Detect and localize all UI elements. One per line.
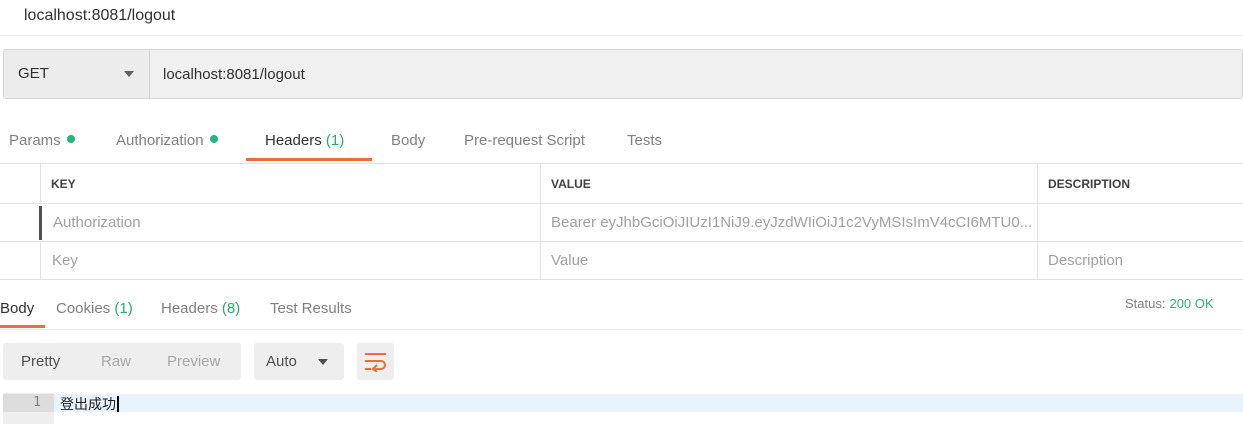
resp-tab-cookies[interactable]: Cookies (1) bbox=[56, 300, 133, 317]
response-tabs: Body Cookies (1) Headers (8) Test Result… bbox=[0, 288, 1243, 330]
method-select[interactable]: GET bbox=[4, 50, 150, 98]
tab-headers[interactable]: Headers (1) bbox=[265, 132, 344, 149]
headers-table: KEY VALUE DESCRIPTION Authorization Bear… bbox=[0, 163, 1243, 280]
column-description: DESCRIPTION bbox=[1037, 164, 1243, 203]
request-title-bar: localhost:8081/logout bbox=[0, 0, 1243, 36]
format-label: Auto bbox=[266, 353, 297, 370]
active-tab-indicator bbox=[246, 158, 372, 161]
tab-authorization-label: Authorization bbox=[116, 132, 204, 149]
tab-headers-label: Headers bbox=[265, 132, 322, 149]
tab-prerequest-script[interactable]: Pre-request Script bbox=[464, 132, 585, 149]
table-header-row: KEY VALUE DESCRIPTION bbox=[0, 164, 1243, 204]
header-description-cell[interactable] bbox=[1037, 204, 1243, 241]
chevron-down-icon bbox=[124, 71, 134, 77]
url-input[interactable] bbox=[151, 50, 1241, 98]
chevron-down-icon bbox=[318, 359, 328, 365]
response-text: 登出成功 bbox=[60, 394, 119, 414]
response-status: Status: 200 OK bbox=[1125, 296, 1214, 311]
resp-tab-cookies-count: (1) bbox=[114, 300, 133, 317]
pretty-button[interactable]: Pretty bbox=[21, 353, 60, 370]
tab-tests[interactable]: Tests bbox=[627, 132, 662, 149]
status-label: Status: bbox=[1125, 296, 1166, 311]
resp-tab-cookies-label: Cookies bbox=[56, 300, 111, 317]
dot-icon bbox=[66, 135, 75, 143]
tab-authorization[interactable]: Authorization bbox=[116, 132, 218, 149]
table-row: Authorization Bearer eyJhbGciOiJIUzI1NiJ… bbox=[0, 204, 1243, 242]
request-title[interactable]: localhost:8081/logout bbox=[24, 7, 175, 25]
tab-params-label: Params bbox=[9, 132, 61, 149]
text-cursor bbox=[117, 396, 119, 412]
status-value[interactable]: 200 OK bbox=[1169, 296, 1213, 311]
wrap-lines-button[interactable] bbox=[357, 343, 394, 380]
request-tabs: Params Authorization Headers (1) Body Pr… bbox=[0, 120, 1243, 162]
resp-tab-headers[interactable]: Headers (8) bbox=[161, 300, 240, 317]
active-line-highlight bbox=[54, 394, 1243, 412]
new-description-input[interactable]: Description bbox=[1037, 242, 1243, 279]
line-number: 1 bbox=[33, 395, 41, 410]
column-value: VALUE bbox=[540, 164, 1037, 203]
format-select[interactable]: Auto bbox=[254, 343, 344, 380]
column-key: KEY bbox=[40, 164, 540, 203]
tab-params[interactable]: Params bbox=[9, 132, 75, 149]
resp-tab-headers-label: Headers bbox=[161, 300, 218, 317]
header-value-cell[interactable]: Bearer eyJhbGciOiJIUzI1NiJ9.eyJzdWIiOiJ1… bbox=[540, 204, 1037, 241]
method-label: GET bbox=[18, 65, 49, 82]
new-value-input[interactable]: Value bbox=[540, 242, 1037, 279]
response-body-editor[interactable]: 1 登出成功 bbox=[3, 393, 1243, 424]
resp-tab-body[interactable]: Body bbox=[0, 300, 34, 317]
new-key-input[interactable]: Key bbox=[40, 242, 540, 279]
preview-button[interactable]: Preview bbox=[167, 353, 220, 370]
table-row-empty: Key Value Description bbox=[0, 242, 1243, 280]
tab-body[interactable]: Body bbox=[391, 132, 425, 149]
dot-icon bbox=[209, 135, 218, 143]
wrap-lines-icon bbox=[365, 353, 386, 372]
url-bar: GET bbox=[3, 49, 1243, 99]
resp-tab-test-results[interactable]: Test Results bbox=[270, 300, 352, 317]
header-key-cell[interactable]: Authorization bbox=[40, 204, 540, 241]
response-toolbar: Pretty Raw Preview Auto bbox=[0, 343, 1243, 381]
raw-button[interactable]: Raw bbox=[101, 353, 131, 370]
active-response-tab-indicator bbox=[0, 325, 45, 328]
tab-headers-count: (1) bbox=[325, 132, 345, 149]
resp-tab-headers-count: (8) bbox=[221, 300, 241, 317]
response-text-content: 登出成功 bbox=[60, 397, 116, 413]
view-mode-group: Pretty Raw Preview bbox=[3, 343, 241, 380]
